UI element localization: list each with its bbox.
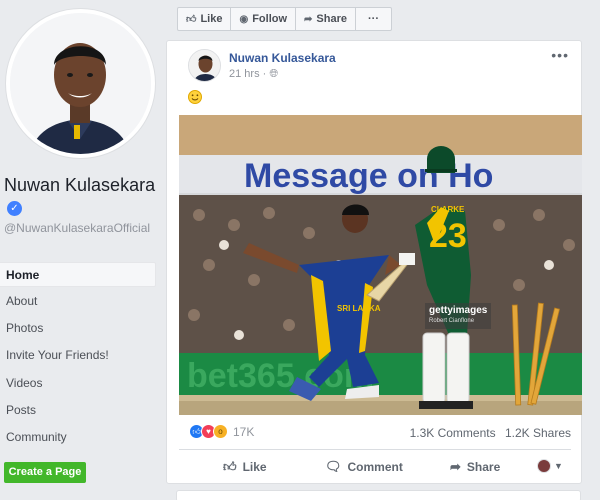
profile-picture[interactable]: [10, 13, 151, 154]
page-actions-group: 👍︎ Like ◉ Follow ➦ Share ···: [177, 7, 392, 31]
post-share-label: Share: [466, 460, 501, 474]
page-more-button[interactable]: ···: [356, 8, 391, 30]
page-like-label: Like: [200, 13, 223, 25]
page-share-label: Share: [316, 13, 347, 25]
post-card: Nuwan Kulasekara 21 hrs · 🌐︎ ••• Message…: [166, 40, 582, 484]
page-name[interactable]: Nuwan Kulasekara ✓: [4, 174, 164, 218]
smile-emoji-icon: [188, 90, 202, 104]
thumbs-up-icon: 👍︎: [186, 14, 197, 25]
comments-count-link[interactable]: 1.3K Comments: [410, 426, 496, 440]
sidebar-item-posts[interactable]: Posts: [0, 398, 156, 423]
post-photo[interactable]: Message on Ho bet365.com SRI LANKA 23 CL…: [179, 115, 582, 415]
page-sidebar: Nuwan Kulasekara ✓ @NuwanKulasekaraOffici…: [0, 0, 166, 500]
post-time[interactable]: 21 hrs: [229, 68, 260, 80]
page-name-text[interactable]: Nuwan Kulasekara: [4, 175, 155, 195]
post-like-button[interactable]: 👍︎ Like: [223, 453, 267, 481]
chevron-down-icon: ▼: [554, 461, 563, 471]
next-post-card: [176, 490, 581, 500]
viewer-avatar: [537, 459, 551, 473]
svg-text:SRI LANKA: SRI LANKA: [337, 304, 381, 313]
sidebar-item-videos[interactable]: Videos: [0, 371, 156, 396]
page-share-button[interactable]: ➦ Share: [296, 8, 356, 30]
batsman-number: 23: [429, 217, 467, 255]
post-like-label: Like: [242, 460, 267, 474]
watermark-text: gettyimages: [429, 305, 488, 316]
page-follow-label: Follow: [252, 13, 288, 25]
thumbs-up-icon: 👍︎: [223, 459, 237, 474]
create-page-button[interactable]: Create a Page: [4, 462, 86, 483]
globe-icon[interactable]: 🌐︎: [269, 68, 278, 80]
post-share-button[interactable]: ➦ Share: [450, 453, 500, 481]
post-timestamp[interactable]: 21 hrs · 🌐︎: [229, 68, 278, 81]
share-arrow-icon: ➦: [304, 13, 313, 25]
post-author-name[interactable]: Nuwan Kulasekara: [229, 51, 336, 65]
batsman-name: CLARKE: [431, 205, 465, 214]
sidebar-item-photos[interactable]: Photos: [0, 316, 156, 341]
post-comment-label: Comment: [347, 460, 403, 474]
post-author-avatar[interactable]: [188, 49, 221, 82]
wow-reaction-icon: o: [213, 424, 228, 439]
post-as-selector[interactable]: ▼: [537, 459, 563, 473]
sidebar-item-about[interactable]: About: [0, 289, 156, 314]
comment-bubble-icon: 🗨︎: [325, 459, 342, 474]
post-comment-button[interactable]: 🗨︎ Comment: [325, 453, 403, 481]
shares-count-link[interactable]: 1.2K Shares: [505, 426, 571, 440]
banner-text: Message on Ho: [244, 157, 493, 195]
getty-images-watermark: gettyimages Robert Cianflone: [425, 303, 492, 329]
sidebar-item-invite-friends[interactable]: Invite Your Friends!: [0, 343, 156, 368]
rss-follow-icon: ◉: [239, 13, 249, 25]
page-like-button[interactable]: 👍︎ Like: [178, 8, 232, 30]
page-action-bar: 👍︎ Like ◉ Follow ➦ Share ···: [166, 0, 600, 40]
profile-picture-frame[interactable]: [5, 8, 156, 159]
page-follow-button[interactable]: ◉ Follow: [231, 8, 297, 30]
watermark-credit: Robert Cianflone: [429, 318, 475, 324]
more-dots-icon: ···: [368, 13, 379, 25]
divider: [179, 449, 571, 450]
sidebar-item-community[interactable]: Community: [0, 425, 156, 450]
verified-badge-icon: ✓: [7, 201, 22, 216]
engagement-counts: 1.3K Comments 1.2K Shares: [410, 426, 571, 440]
reaction-count[interactable]: 17K: [233, 425, 254, 439]
post-options-icon[interactable]: •••: [551, 47, 569, 63]
sidebar-item-home[interactable]: Home: [0, 262, 156, 287]
reactions-summary[interactable]: 👍︎ ♥ o 17K: [189, 424, 254, 439]
ground-advert-text: bet365.com: [187, 357, 374, 395]
page-username[interactable]: @NuwanKulasekaraOfficial: [4, 221, 158, 235]
share-arrow-icon: ➦: [450, 459, 461, 474]
